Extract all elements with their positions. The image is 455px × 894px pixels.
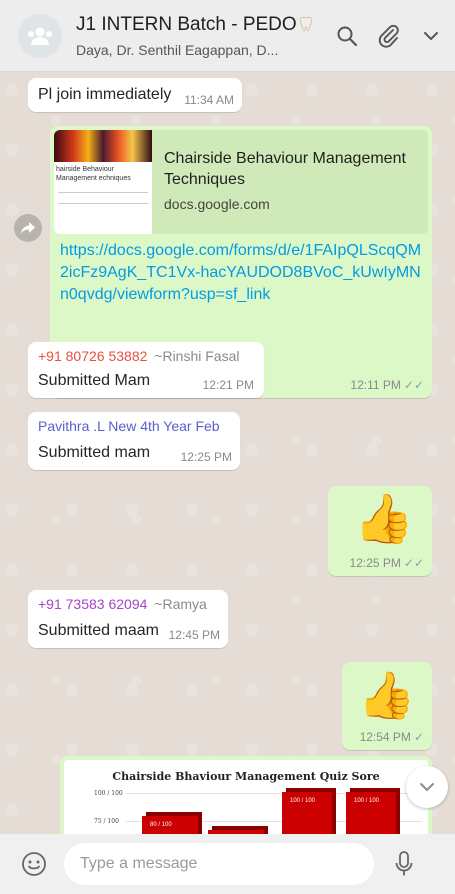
message-time: 12:45 PM [168,628,220,642]
scroll-down-button[interactable] [406,766,448,808]
chat-info[interactable]: J1 INTERN Batch - PEDO Daya, Dr. Senthil… [76,14,327,58]
double-check-icon: ✓✓ [403,378,424,392]
chat-participants: Daya, Dr. Senthil Eagappan, D... [76,41,279,58]
message-time: 12:11 PM [350,378,401,392]
message-incoming[interactable]: +91 80726 53882 ~Rinshi Fasal Submitted … [28,342,264,398]
message-text: Pl join immediately [38,86,172,103]
chevron-down-icon[interactable] [419,24,443,48]
group-avatar-icon [28,27,52,45]
chat-title: J1 INTERN Batch - PEDO [76,14,327,38]
link-thumbnail: hairside Behaviour Management echniques [54,130,152,234]
double-check-icon: ✓✓ [403,556,424,570]
chart-image[interactable]: Chairside Bhaviour Management Quiz Sore … [64,760,428,834]
thumbnail-line [58,192,148,193]
thumbs-up-emoji: 👍 [358,669,416,721]
chart-bar-label: 80 / 100 [150,822,172,828]
message-incoming[interactable]: Pavithra .L New 4th Year Feb Submitted m… [28,412,240,470]
link-preview-title: Chairside Behaviour Management Technique… [164,150,406,188]
chart-bar: 100 / 100 [346,792,396,834]
tooth-icon [299,16,313,38]
message-incoming[interactable]: +91 73583 62094 ~Ramya Submitted maam 12… [28,590,228,648]
chat-title-text: J1 INTERN Batch - PEDO [76,13,297,35]
chart-bar-label: 100 / 100 [354,798,380,804]
message-sender[interactable]: +91 73583 62094 [38,596,147,612]
message-text: Submitted Mam [38,372,151,389]
thumbs-up-emoji: 👍 [354,493,414,546]
emoji-icon [22,852,46,876]
chat-area[interactable]: Pl join immediately 11:34 AM hairside Be… [0,72,455,834]
message-time: 12:54 PM [359,730,411,744]
forward-icon[interactable] [14,214,42,242]
chart-bar: 80 / 100 [142,816,198,834]
message-incoming[interactable]: Pl join immediately 11:34 AM [28,78,242,112]
chart-title: Chairside Bhaviour Management Quiz Sore [112,770,380,783]
message-text: Submitted maam [38,622,159,639]
attach-icon[interactable] [377,24,401,48]
message-time: 11:34 AM [184,93,234,107]
message-sender-alias: ~Ramya [154,596,207,612]
message-link[interactable]: https://docs.google.com/forms/d/e/1FAIpQ… [60,240,422,306]
search-icon[interactable] [335,24,359,48]
thumbnail-caption: hairside Behaviour Management echniques [56,166,131,182]
emoji-button[interactable] [20,850,48,878]
thumbnail-banner [54,130,152,162]
message-outgoing-image[interactable]: Chairside Bhaviour Management Quiz Sore … [60,756,432,834]
chat-header[interactable]: J1 INTERN Batch - PEDO Daya, Dr. Senthil… [0,0,455,72]
thumbnail-line [58,203,148,204]
message-time: 12:25 PM [349,556,401,570]
message-input[interactable] [64,843,374,885]
link-preview[interactable]: hairside Behaviour Management echniques … [54,130,428,234]
chart-bar-label: 100 / 100 [290,798,316,804]
message-sender-alias: ~Rinshi Fasal [154,348,240,364]
chart-bar: 100 / 100 [282,792,332,834]
group-avatar[interactable] [18,13,62,58]
single-check-icon: ✓ [413,730,424,744]
message-time: 12:25 PM [180,450,232,464]
message-outgoing-emoji[interactable]: 👍 12:25 PM ✓✓ [328,486,432,576]
chart-y-tick: 75 / 100 [94,818,119,825]
mic-button[interactable] [392,850,416,878]
message-sender[interactable]: +91 80726 53882 [38,348,147,364]
message-sender[interactable]: Pavithra .L New 4th Year Feb [38,418,220,434]
chart-y-tick: 100 / 100 [94,790,123,797]
message-text: Submitted mam [38,444,151,461]
message-time: 12:21 PM [202,378,254,392]
link-preview-domain: docs.google.com [164,196,270,212]
scroll-down-icon [420,783,434,792]
mic-icon [395,851,413,876]
message-outgoing-emoji[interactable]: 👍 12:54 PM ✓ [342,662,432,750]
composer-bar [0,834,455,894]
